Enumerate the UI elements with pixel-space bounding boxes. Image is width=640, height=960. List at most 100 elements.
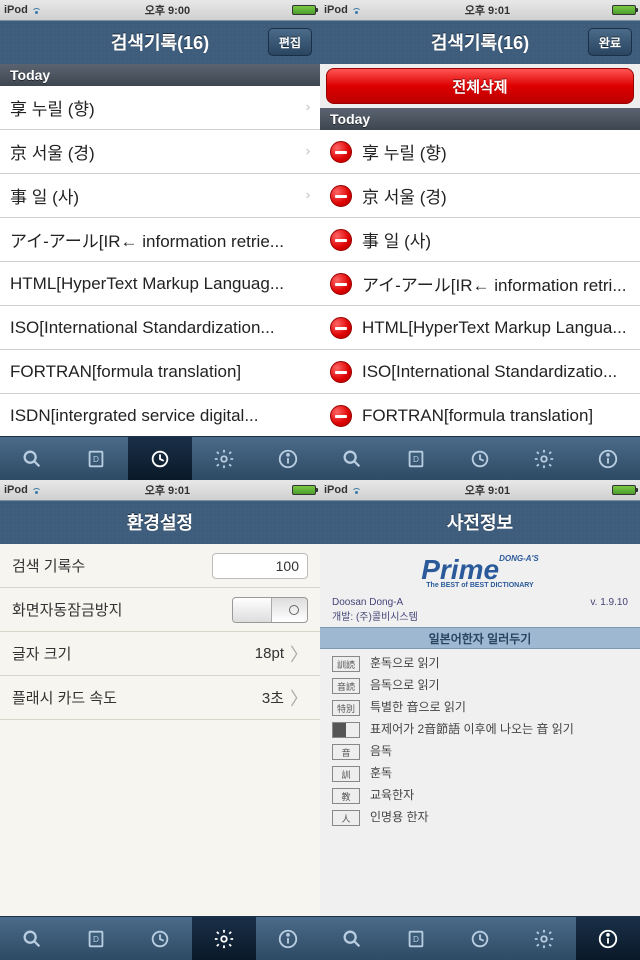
tab-info[interactable] [256, 917, 320, 960]
definition-tag: 音 [332, 744, 360, 760]
definition-tag: 訓 [332, 766, 360, 782]
wifi-icon [31, 6, 43, 14]
list-item[interactable]: 京 서울 (경)⌃ [0, 130, 320, 174]
developer-label: 개발: (주)콜비시스템 [332, 608, 418, 623]
delete-icon[interactable] [330, 361, 352, 383]
svg-text:D: D [93, 454, 99, 463]
tab-history[interactable] [128, 917, 192, 960]
definition-text: 음독 [370, 744, 628, 760]
list-item-text: 事 일 (사) [10, 183, 292, 208]
tab-info[interactable] [576, 917, 640, 960]
list-item[interactable]: 京 서울 (경) [320, 174, 640, 218]
section-header: Today [0, 64, 320, 86]
logo: PrimeDONG-A'SThe BEST of BEST DICTIONARY [320, 544, 640, 593]
definition-row: 訓読훈독으로 읽기 [320, 653, 640, 675]
definition-text: 훈독으로 읽기 [370, 656, 628, 672]
setting-label: 플래시 카드 속도 [12, 687, 262, 708]
tab-search[interactable] [0, 917, 64, 960]
tab-history[interactable] [128, 437, 192, 480]
setting-autolock[interactable]: 화면자동잠금방지 [0, 588, 320, 632]
tab-search[interactable] [0, 437, 64, 480]
definition-row: 教교육한자 [320, 785, 640, 807]
list-item[interactable]: FORTRAN[formula translation] [320, 394, 640, 436]
wifi-icon [31, 486, 43, 494]
page-title: 사전정보 [447, 509, 513, 535]
delete-icon[interactable] [330, 317, 352, 339]
tab-bar: D [320, 916, 640, 960]
list-item[interactable]: ISO[International Standardizatio... [320, 350, 640, 394]
delete-icon[interactable] [330, 141, 352, 163]
delete-all-button[interactable]: 전체삭제 [326, 68, 634, 104]
svg-text:D: D [93, 934, 99, 943]
battery-icon [612, 5, 636, 15]
tab-settings[interactable] [192, 917, 256, 960]
tab-dict[interactable]: D [384, 917, 448, 960]
version-label: v. 1.9.10 [590, 597, 628, 623]
tab-settings[interactable] [512, 917, 576, 960]
tab-dict[interactable]: D [64, 437, 128, 480]
delete-icon[interactable] [330, 185, 352, 207]
list-item[interactable]: FORTRAN[formula translation] [0, 350, 320, 394]
definition-tag: 人 [332, 810, 360, 826]
list-item[interactable]: 事 일 (사)⌃ [0, 174, 320, 218]
tab-bar: D [0, 916, 320, 960]
setting-value: 18pt [255, 645, 284, 662]
definition-text: 음독으로 읽기 [370, 678, 628, 694]
list-item[interactable]: ISO[International Standardization... [0, 306, 320, 350]
tab-settings[interactable] [192, 437, 256, 480]
list-item-text: FORTRAN[formula translation] [362, 406, 630, 426]
edit-button[interactable]: 편집 [268, 28, 312, 56]
definition-row: 音 음독 [320, 741, 640, 763]
meta-row: Doosan Dong-A 개발: (주)콜비시스템 v. 1.9.10 [320, 593, 640, 627]
delete-icon[interactable] [330, 405, 352, 427]
setting-history-count[interactable]: 검색 기록수 100 [0, 544, 320, 588]
definition-row: 音読 음독으로 읽기 [320, 675, 640, 697]
tab-history[interactable] [448, 917, 512, 960]
tab-dict[interactable]: D [64, 917, 128, 960]
list-item[interactable]: ISDN[intergrated service digital... [0, 394, 320, 436]
device-label: iPod [4, 484, 28, 496]
list-item[interactable]: HTML[HyperText Markup Langua... [320, 306, 640, 350]
list-item[interactable]: アイ-アール[IR← information retri... [320, 262, 640, 306]
history-count-input[interactable]: 100 [212, 553, 308, 579]
list-item-text: ISO[International Standardization... [10, 318, 310, 338]
autolock-toggle[interactable] [232, 597, 308, 623]
tab-search[interactable] [320, 437, 384, 480]
definition-tag: 音読 [332, 678, 360, 694]
definition-tag: 教 [332, 788, 360, 804]
wifi-icon [351, 6, 363, 14]
delete-icon[interactable] [330, 229, 352, 251]
list-item[interactable]: HTML[HyperText Markup Languag... [0, 262, 320, 306]
list-item-text: FORTRAN[formula translation] [10, 362, 310, 382]
list-item[interactable]: 享 누릴 (향) [320, 130, 640, 174]
tab-settings[interactable] [512, 437, 576, 480]
definition-row: 人인명용 한자 [320, 807, 640, 829]
list-item[interactable]: 享 누릴 (향)⌃ [0, 86, 320, 130]
list-item[interactable]: 事 일 (사) [320, 218, 640, 262]
tab-bar: D [320, 436, 640, 480]
tab-search[interactable] [320, 917, 384, 960]
tab-history[interactable] [448, 437, 512, 480]
list-item[interactable]: アイ-アール[IR← information retrie... [0, 218, 320, 262]
nav-bar: 사전정보 [320, 500, 640, 544]
definition-row: 訓훈독 [320, 763, 640, 785]
status-bar: iPod 오후 9:01 [320, 0, 640, 20]
nav-bar: 환경설정 [0, 500, 320, 544]
definition-tag: 特別 [332, 700, 360, 716]
setting-flashcard-speed[interactable]: 플래시 카드 속도 3초 〉 [0, 676, 320, 720]
svg-text:D: D [413, 934, 419, 943]
history-list-edit: 전체삭제 Today 享 누릴 (향)京 서울 (경)事 일 (사)アイ-アール… [320, 64, 640, 436]
device-label: iPod [324, 484, 348, 496]
tab-info[interactable] [576, 437, 640, 480]
clock: 오후 9:01 [465, 2, 510, 18]
battery-icon [612, 485, 636, 495]
setting-fontsize[interactable]: 글자 크기 18pt 〉 [0, 632, 320, 676]
pane-info: iPod 오후 9:01 사전정보 PrimeDONG-A'SThe BEST … [320, 480, 640, 960]
delete-icon[interactable] [330, 273, 352, 295]
tab-dict[interactable]: D [384, 437, 448, 480]
page-title: 검색기록(16) [431, 29, 529, 55]
setting-label: 검색 기록수 [12, 555, 212, 576]
done-button[interactable]: 완료 [588, 28, 632, 56]
history-list: Today 享 누릴 (향)⌃京 서울 (경)⌃事 일 (사)⌃アイ-アール[I… [0, 64, 320, 436]
tab-info[interactable] [256, 437, 320, 480]
